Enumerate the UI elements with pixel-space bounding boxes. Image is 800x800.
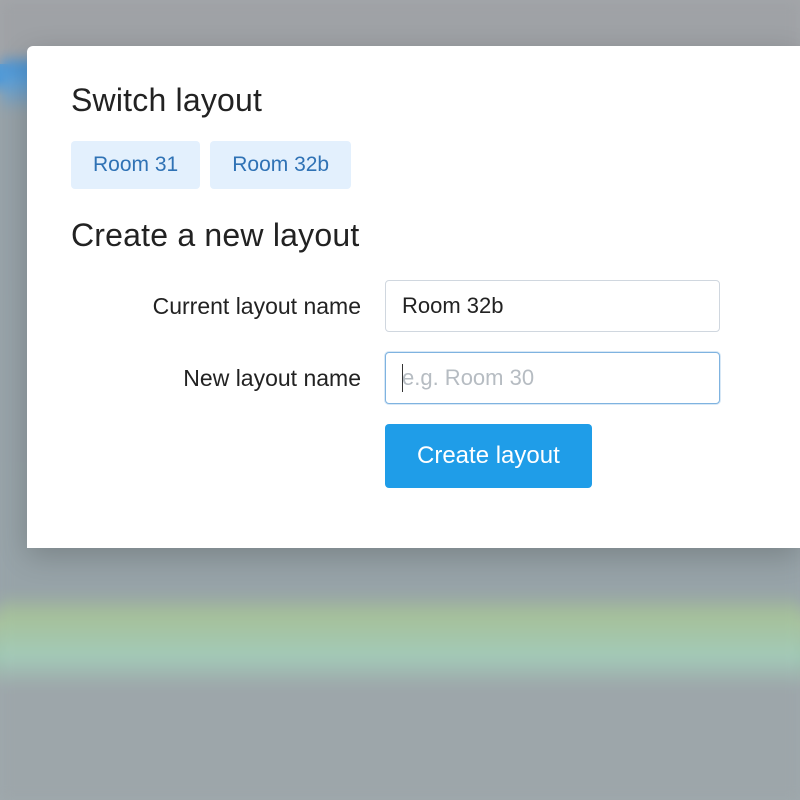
create-layout-title: Create a new layout	[71, 217, 756, 254]
switch-layout-title: Switch layout	[71, 82, 756, 119]
layout-chip-room-31[interactable]: Room 31	[71, 141, 200, 189]
layout-chip-room-32b[interactable]: Room 32b	[210, 141, 351, 189]
layout-dialog: Switch layout Room 31 Room 32b Create a …	[27, 46, 800, 548]
layout-chip-list: Room 31 Room 32b	[71, 141, 756, 189]
current-layout-row: Current layout name	[71, 280, 756, 332]
current-layout-label: Current layout name	[71, 293, 361, 320]
create-layout-button[interactable]: Create layout	[385, 424, 592, 488]
create-button-row: Create layout	[71, 424, 756, 488]
current-layout-input[interactable]	[385, 280, 720, 332]
new-layout-label: New layout name	[71, 365, 361, 392]
new-layout-row: New layout name	[71, 352, 756, 404]
new-layout-input[interactable]	[385, 352, 720, 404]
